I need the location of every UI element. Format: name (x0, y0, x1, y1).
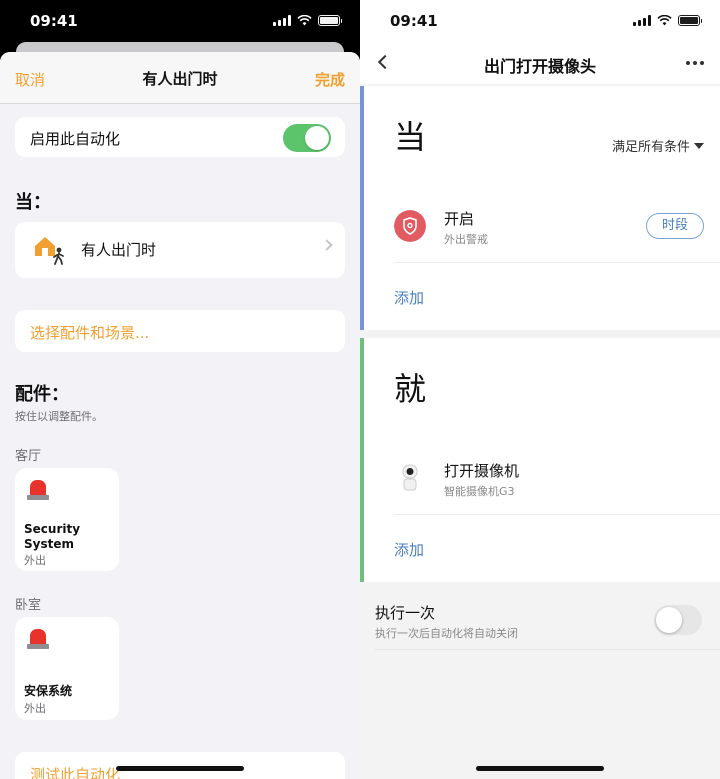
when-heading: 当： (15, 192, 51, 213)
condition-mode-label: 满足所有条件 (611, 140, 690, 155)
more-options-icon[interactable] (686, 61, 704, 65)
divider (375, 649, 720, 650)
accessory-tile-security-system[interactable]: Security System 外出 (15, 468, 119, 571)
status-icons (633, 15, 702, 26)
when-add-button[interactable]: 添加 (394, 287, 424, 308)
wifi-icon (657, 15, 672, 26)
done-button[interactable]: 完成 (315, 69, 345, 90)
enable-automation-row: 启用此自动化 (15, 117, 345, 157)
sheet-navbar: 取消 有人出门时 完成 (0, 52, 360, 104)
tile-name-line2: System (24, 537, 74, 551)
trigger-label: 有人出门时 (81, 241, 157, 259)
status-time: 09:41 (30, 12, 78, 30)
siren-icon (27, 629, 49, 651)
home-app-panel: 09:41 取消 有人出门时 完成 启用此自动化 当： 有人出门时 选择配件和场… (0, 0, 360, 779)
cellular-signal-icon (273, 15, 291, 26)
status-time: 09:41 (390, 12, 438, 30)
when-heading: 当 (394, 118, 427, 156)
tile-state: 外出 (24, 702, 46, 715)
execute-once-row: 执行一次 执行一次后自动化将自动关闭 (360, 590, 720, 650)
cellular-signal-icon (633, 15, 651, 26)
accessories-heading: 配件： (15, 384, 69, 405)
siren-icon (27, 480, 49, 502)
when-item-subtitle: 外出警戒 (444, 233, 488, 246)
condition-mode-dropdown[interactable]: 满足所有条件 (612, 136, 704, 155)
automation-sheet: 取消 有人出门时 完成 启用此自动化 当： 有人出门时 选择配件和场景... 配… (0, 52, 360, 779)
test-automation-label: 测试此自动化 (30, 766, 121, 779)
camera-icon (402, 464, 418, 491)
execute-once-title: 执行一次 (375, 604, 436, 622)
house-person-icon (35, 237, 64, 265)
navbar: 出门打开摄像头 (360, 44, 720, 84)
execute-once-subtitle: 执行一次后自动化将自动关闭 (375, 627, 518, 640)
divider (394, 514, 720, 515)
execute-once-toggle[interactable] (654, 605, 702, 635)
enable-automation-label: 启用此自动化 (30, 130, 121, 148)
then-heading: 就 (394, 370, 427, 408)
then-item-title: 打开摄像机 (444, 462, 520, 480)
tile-state: 外出 (24, 554, 46, 567)
enable-automation-toggle[interactable] (283, 124, 331, 152)
accessory-tile-security-cn[interactable]: 安保系统 外出 (15, 617, 119, 720)
divider (394, 262, 720, 263)
shield-icon (394, 210, 426, 242)
accessories-hint: 按住以调整配件。 (15, 410, 103, 423)
when-stripe (360, 86, 364, 330)
status-icons (273, 15, 342, 26)
tile-name: 安保系统 (24, 684, 73, 698)
battery-icon (318, 15, 342, 26)
when-block: 当 满足所有条件 开启 外出警戒 时段 添加 (360, 86, 720, 330)
battery-icon (678, 15, 702, 26)
chevron-right-icon (321, 239, 333, 251)
status-bar: 09:41 (360, 0, 720, 44)
sheet-title: 有人出门时 (142, 70, 218, 88)
tile-name-line1: Security (24, 522, 81, 536)
when-item-title: 开启 (444, 210, 475, 228)
dropdown-arrow-icon (694, 142, 704, 149)
home-indicator (116, 766, 244, 771)
wifi-icon (297, 15, 312, 26)
status-bar: 09:41 (0, 0, 360, 44)
toggle-knob (656, 607, 682, 633)
choose-accessories-label: 选择配件和场景... (30, 324, 150, 342)
page-title: 出门打开摄像头 (483, 57, 596, 76)
then-stripe (360, 338, 364, 582)
then-block: 就 打开摄像机 智能摄像机G3 添加 (360, 338, 720, 582)
camera-app-panel: 09:41 出门打开摄像头 当 满足所有条件 开启 外出警戒 时段 添加 就 打… (360, 0, 720, 779)
toggle-knob (305, 126, 329, 150)
time-period-button[interactable]: 时段 (646, 213, 704, 239)
then-item-subtitle: 智能摄像机G3 (444, 485, 515, 498)
choose-accessories-row[interactable]: 选择配件和场景... (15, 310, 345, 352)
room-label-bedroom: 卧室 (15, 598, 42, 613)
room-label-living: 客厅 (15, 449, 42, 464)
home-indicator (476, 766, 604, 771)
then-add-button[interactable]: 添加 (394, 539, 424, 560)
trigger-row[interactable]: 有人出门时 (15, 222, 345, 278)
